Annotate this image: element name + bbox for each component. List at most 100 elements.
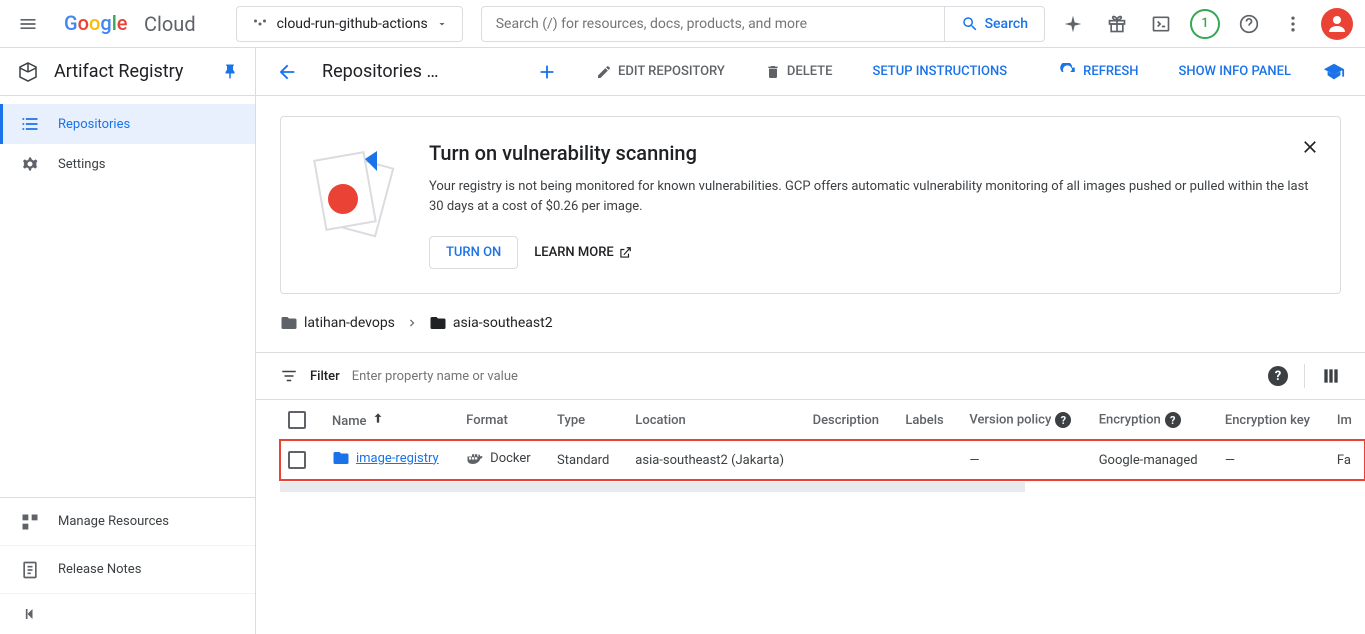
filter-bar: Filter ? xyxy=(256,352,1365,400)
folder-icon xyxy=(429,314,447,332)
table-header-row: Name Format Type Location Description La… xyxy=(280,400,1365,440)
content-area: Turn on vulnerability scanning Your regi… xyxy=(256,96,1365,634)
filter-label: Filter xyxy=(310,369,340,384)
sidebar-nav: Repositories Settings xyxy=(0,96,255,497)
turn-on-button[interactable]: TURN ON xyxy=(429,236,518,269)
learn-more-button[interactable]: LEARN MORE xyxy=(534,245,631,260)
folder-icon xyxy=(332,449,350,467)
menu-icon[interactable] xyxy=(8,4,48,44)
project-selector[interactable]: cloud-run-github-actions xyxy=(236,6,463,42)
filter-help-icon[interactable]: ? xyxy=(1268,366,1288,386)
col-name[interactable]: Name xyxy=(320,400,454,440)
trial-badge[interactable]: 1 xyxy=(1185,4,1225,44)
col-format[interactable]: Format xyxy=(454,400,545,440)
nav-repositories[interactable]: Repositories xyxy=(0,104,255,144)
breadcrumb-region[interactable]: asia-southeast2 xyxy=(429,314,553,332)
chevron-right-icon xyxy=(405,316,419,330)
col-description[interactable]: Description xyxy=(801,400,894,440)
dropdown-icon xyxy=(436,18,448,30)
chevron-left-icon xyxy=(20,604,40,624)
manage-resources[interactable]: Manage Resources xyxy=(0,498,255,546)
google-cloud-logo[interactable]: Google Cloud xyxy=(56,12,204,36)
col-encryption[interactable]: Encryption? xyxy=(1087,400,1213,440)
edit-button[interactable]: EDIT REPOSITORY xyxy=(588,58,733,86)
row-checkbox[interactable] xyxy=(288,451,306,469)
cell-immutable: Fa xyxy=(1325,440,1365,480)
col-type[interactable]: Type xyxy=(545,400,623,440)
search-input[interactable] xyxy=(482,16,944,32)
banner-title: Turn on vulnerability scanning xyxy=(429,141,1316,165)
sidebar: Artifact Registry Repositories Settings … xyxy=(0,48,256,634)
col-immutable[interactable]: Im xyxy=(1325,400,1365,440)
cell-type: Standard xyxy=(545,440,623,480)
breadcrumb-project[interactable]: latihan-devops xyxy=(280,314,395,332)
breadcrumb: latihan-devops asia-southeast2 xyxy=(280,314,1341,332)
filter-input[interactable] xyxy=(352,369,1252,384)
col-encryption-key[interactable]: Encryption key xyxy=(1213,400,1325,440)
cell-version-policy: — xyxy=(957,440,1086,480)
artifact-registry-icon xyxy=(16,60,40,84)
external-link-icon xyxy=(618,246,632,260)
manage-icon xyxy=(20,512,40,532)
gift-icon[interactable] xyxy=(1097,4,1137,44)
sort-asc-icon xyxy=(371,411,385,425)
plus-icon xyxy=(536,61,558,83)
cell-description xyxy=(801,440,894,480)
docker-icon xyxy=(466,449,484,467)
nav-settings[interactable]: Settings xyxy=(0,144,255,184)
search-icon xyxy=(961,15,979,33)
action-bar: Repositories for… EDIT REPOSITORY DELETE… xyxy=(256,48,1365,96)
columns-icon[interactable] xyxy=(1321,366,1341,386)
close-icon[interactable] xyxy=(1300,137,1320,157)
col-version-policy[interactable]: Version policy? xyxy=(957,400,1086,440)
list-icon xyxy=(20,114,40,134)
header-right: 1 xyxy=(1053,4,1357,44)
banner-illustration xyxy=(305,141,405,261)
release-notes[interactable]: Release Notes xyxy=(0,546,255,594)
help-icon[interactable]: ? xyxy=(1165,412,1181,428)
collapse-sidebar[interactable] xyxy=(0,594,255,634)
table-row[interactable]: image-registry Docker Standard asia-sou xyxy=(280,440,1365,480)
cloud-shell-icon[interactable] xyxy=(1141,4,1181,44)
sidebar-footer: Manage Resources Release Notes xyxy=(0,497,255,634)
svg-text:Google: Google xyxy=(64,12,128,35)
show-info-button[interactable]: SHOW INFO PANEL xyxy=(1170,58,1299,85)
cell-labels xyxy=(893,440,957,480)
sidebar-header: Artifact Registry xyxy=(0,48,255,96)
learn-icon[interactable] xyxy=(1323,61,1345,83)
notes-icon xyxy=(20,560,40,580)
setup-button[interactable]: SETUP INSTRUCTIONS xyxy=(864,58,1015,85)
pin-icon[interactable] xyxy=(221,63,239,81)
gear-icon xyxy=(20,154,40,174)
project-name: cloud-run-github-actions xyxy=(277,16,428,32)
cell-encryption: Google-managed xyxy=(1087,440,1213,480)
search-button[interactable]: Search xyxy=(944,7,1044,41)
cell-encryption-key: — xyxy=(1213,440,1325,480)
back-arrow-icon[interactable] xyxy=(276,61,298,83)
top-header: Google Cloud cloud-run-github-actions Se… xyxy=(0,0,1365,48)
trash-icon xyxy=(765,64,781,80)
delete-button[interactable]: DELETE xyxy=(757,58,841,86)
cell-format: Docker xyxy=(454,440,545,480)
vulnerability-banner: Turn on vulnerability scanning Your regi… xyxy=(280,116,1341,294)
select-all-checkbox[interactable] xyxy=(288,411,306,429)
page-title: Repositories for… xyxy=(322,61,442,82)
more-icon[interactable] xyxy=(1273,4,1313,44)
col-location[interactable]: Location xyxy=(623,400,800,440)
search-container: Search xyxy=(481,6,1045,42)
avatar[interactable] xyxy=(1317,4,1357,44)
refresh-icon xyxy=(1059,63,1077,81)
horizontal-scrollbar[interactable] xyxy=(280,482,1025,492)
repo-link[interactable]: image-registry xyxy=(332,449,439,467)
col-labels[interactable]: Labels xyxy=(893,400,957,440)
refresh-button[interactable]: REFRESH xyxy=(1051,57,1146,87)
banner-text: Your registry is not being monitored for… xyxy=(429,177,1316,216)
create-button[interactable] xyxy=(530,55,564,89)
help-icon[interactable]: ? xyxy=(1055,412,1071,428)
repositories-table: Name Format Type Location Description La… xyxy=(256,400,1365,492)
folder-icon xyxy=(280,314,298,332)
filter-icon xyxy=(280,367,298,385)
product-title: Artifact Registry xyxy=(54,61,207,82)
gemini-icon[interactable] xyxy=(1053,4,1093,44)
help-icon[interactable] xyxy=(1229,4,1269,44)
